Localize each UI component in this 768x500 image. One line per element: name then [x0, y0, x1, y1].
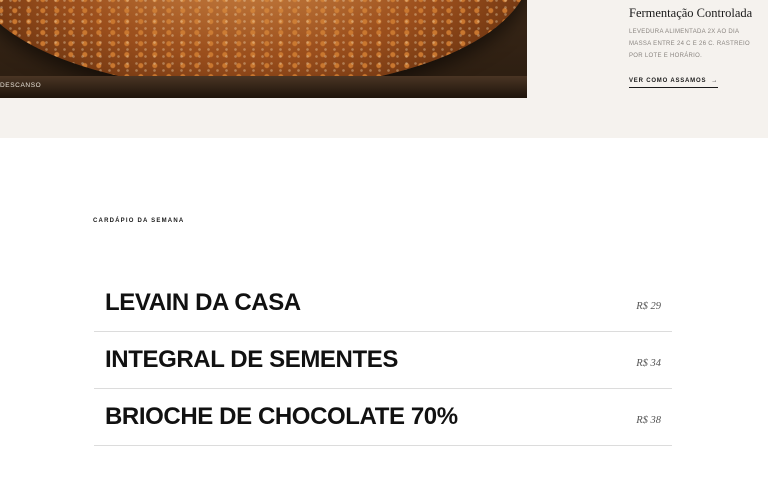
table-surface	[0, 76, 527, 98]
menu-item-name: BRIOCHE DE CHOCOLATE 70%	[105, 403, 458, 430]
see-how-we-bake-link[interactable]: VER COMO ASSAMOS →	[629, 78, 719, 88]
menu-item-price: R$ 34	[636, 358, 661, 369]
menu-item[interactable]: INTEGRAL DE SEMENTES R$ 34	[94, 332, 672, 389]
photo-caption: DESCANSO	[0, 82, 42, 89]
menu-item[interactable]: BRIOCHE DE CHOCOLATE 70% R$ 38	[94, 389, 672, 446]
section-label: CARDÁPIO DA SEMANA	[93, 218, 185, 224]
link-label: VER COMO ASSAMOS	[629, 78, 707, 84]
arrow-right-icon: →	[711, 78, 719, 84]
menu-item[interactable]: LEVAIN DA CASA R$ 29	[94, 275, 672, 332]
feature-title: Fermentação Controlada	[629, 6, 753, 20]
hero-bread-photo: DESCANSO	[0, 0, 527, 98]
menu-item-name: LEVAIN DA CASA	[105, 289, 301, 316]
menu-item-price: R$ 29	[636, 301, 661, 312]
feature-description: LEVEDURA ALIMENTADA 2X AO DIA MASSA ENTR…	[629, 29, 750, 59]
menu-item-name: INTEGRAL DE SEMENTES	[105, 346, 398, 373]
menu-list: LEVAIN DA CASA R$ 29 INTEGRAL DE SEMENTE…	[94, 275, 672, 446]
menu-item-price: R$ 38	[636, 415, 661, 426]
